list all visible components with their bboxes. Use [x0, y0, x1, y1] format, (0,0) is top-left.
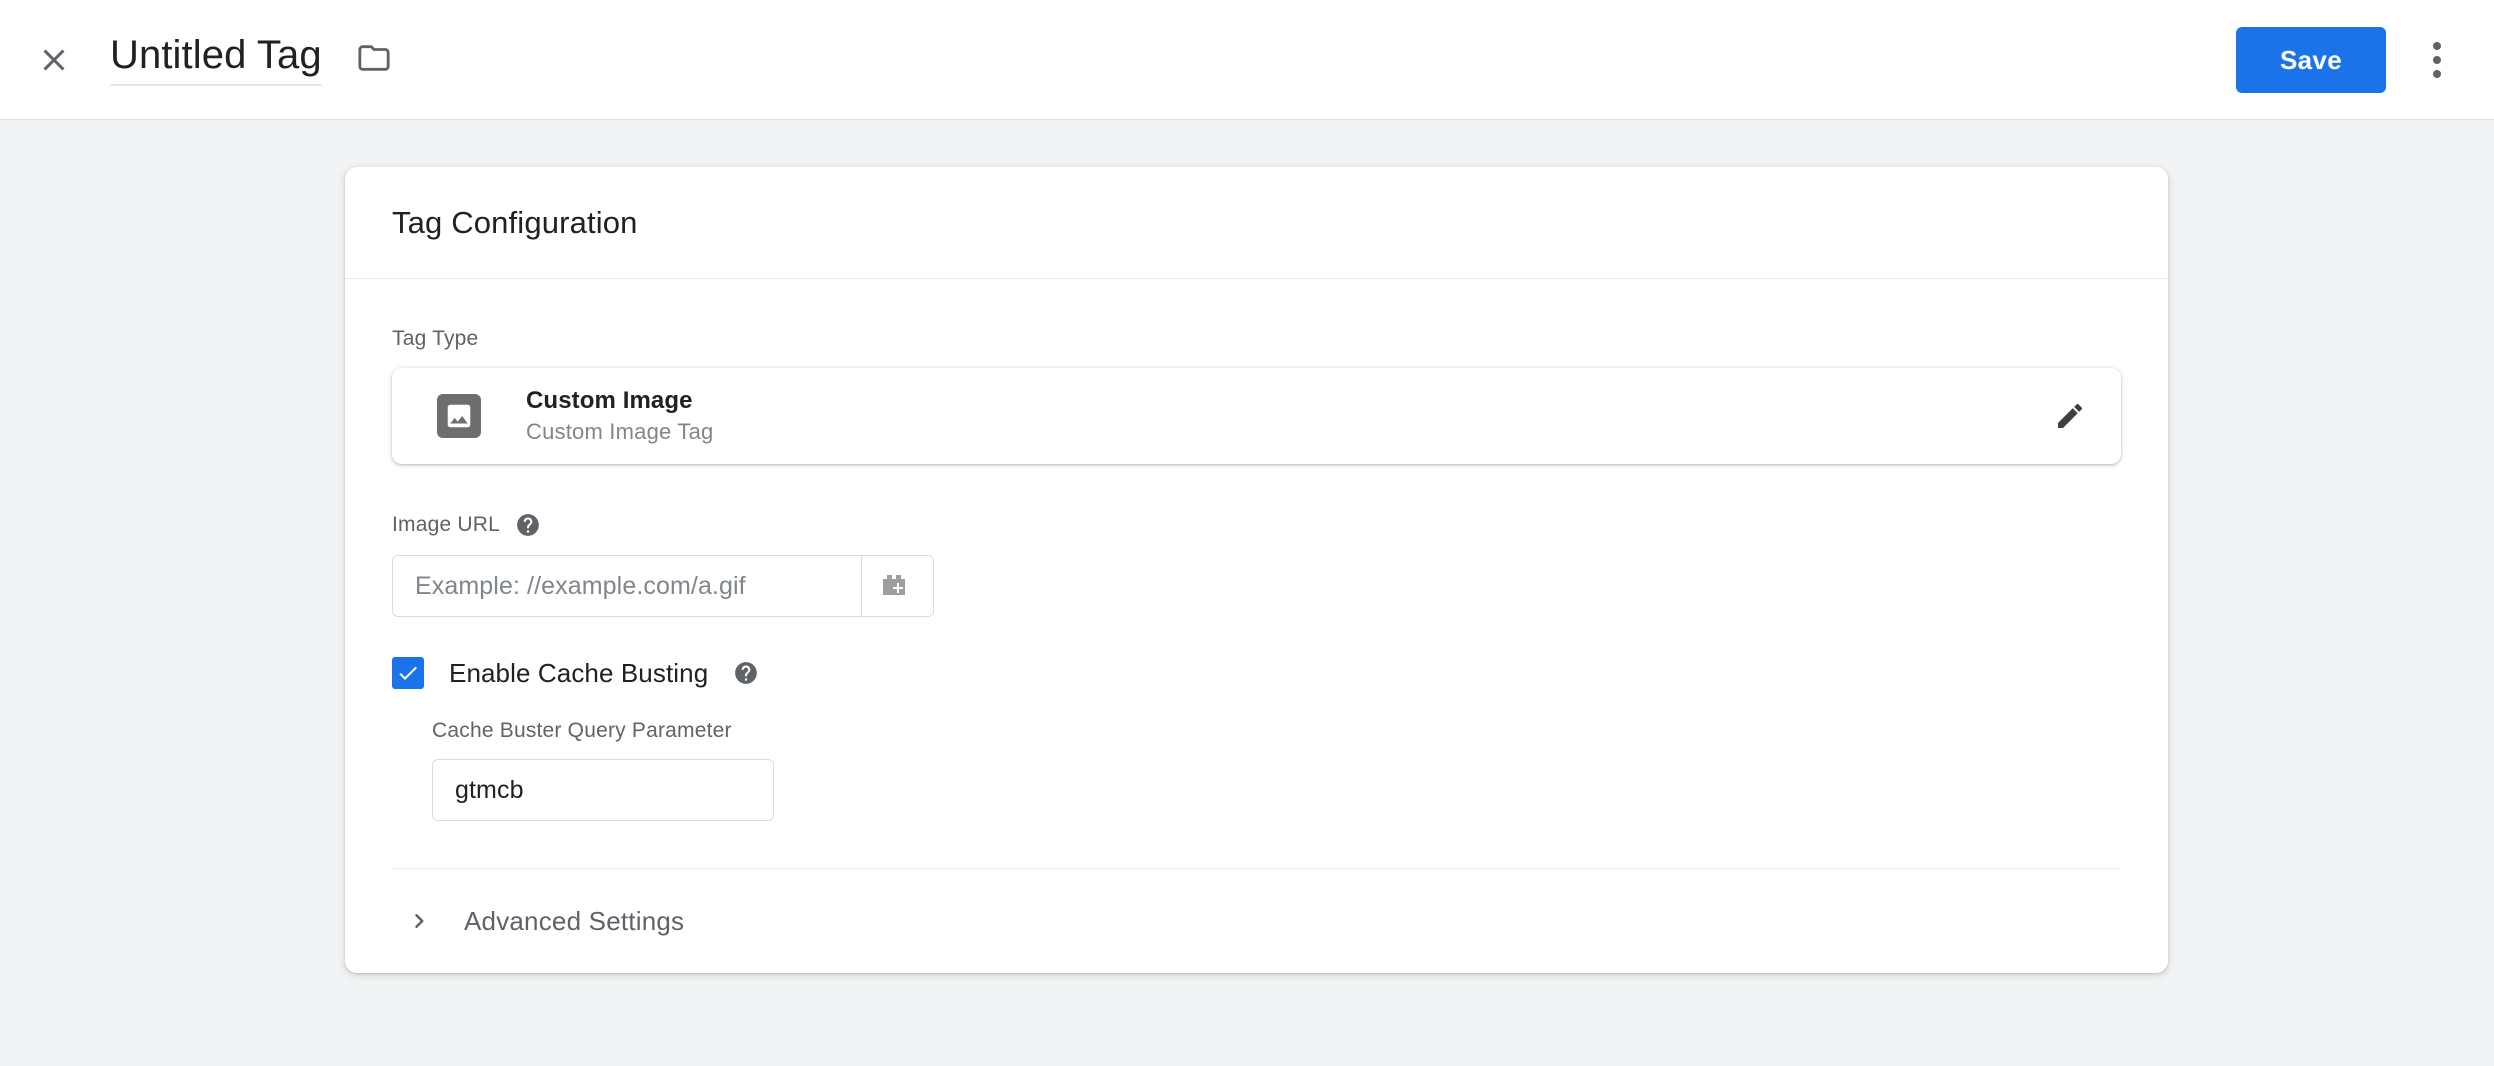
cache-buster-block: Cache Buster Query Parameter	[432, 719, 2121, 821]
tag-configuration-card: Tag Configuration Tag Type Custom Image …	[345, 167, 2168, 973]
top-header-bar: Untitled Tag Save	[0, 0, 2494, 120]
image-url-input[interactable]	[393, 556, 861, 616]
chevron-right-icon	[404, 906, 434, 936]
image-url-label-row: Image URL	[392, 464, 2121, 555]
help-circle-icon[interactable]	[515, 512, 541, 538]
enable-cache-busting-label: Enable Cache Busting	[449, 657, 709, 688]
cache-buster-param-field[interactable]	[432, 759, 774, 821]
enable-cache-busting-checkbox[interactable]	[392, 657, 424, 689]
more-vert-icon-dot	[2433, 42, 2441, 50]
header-actions: Save	[2236, 0, 2494, 120]
close-icon	[43, 49, 65, 70]
tag-type-name: Custom Image	[526, 387, 693, 414]
more-vert-icon-dot	[2433, 70, 2441, 78]
card-title: Tag Configuration	[392, 204, 638, 240]
tag-type-selector[interactable]: Custom Image Custom Image Tag	[392, 368, 2121, 464]
tag-type-info: Custom Image Custom Image Tag	[526, 387, 713, 445]
checkmark-icon	[399, 666, 417, 680]
image-icon	[437, 394, 481, 438]
advanced-settings-label: Advanced Settings	[464, 905, 685, 936]
save-button[interactable]: Save	[2236, 27, 2386, 93]
help-circle-icon[interactable]	[733, 660, 759, 686]
pencil-icon	[2058, 403, 2083, 428]
card-header: Tag Configuration	[345, 167, 2168, 279]
tag-type-description: Custom Image Tag	[526, 419, 714, 444]
folder-button[interactable]	[352, 36, 396, 80]
close-button[interactable]	[24, 30, 84, 90]
cache-buster-param-input[interactable]	[433, 760, 773, 820]
insert-variable-icon	[882, 575, 905, 595]
page-body: Tag Configuration Tag Type Custom Image …	[0, 120, 2494, 1066]
advanced-settings-toggle[interactable]: Advanced Settings	[392, 869, 2121, 973]
image-url-insert-variable-button[interactable]	[861, 556, 933, 616]
image-url-field[interactable]	[392, 555, 934, 617]
tag-title-area: Untitled Tag	[110, 33, 396, 86]
card-body: Tag Type Custom Image Custom Image Tag I…	[345, 279, 2168, 973]
image-url-label: Image URL	[392, 513, 501, 536]
folder-icon	[358, 44, 390, 71]
enable-cache-busting-row[interactable]: Enable Cache Busting	[392, 657, 2121, 689]
more-options-button[interactable]	[2400, 23, 2474, 97]
more-vert-icon-dot	[2433, 56, 2441, 64]
tag-type-label: Tag Type	[392, 327, 479, 350]
edit-tag-type-button[interactable]	[2045, 391, 2095, 441]
cache-buster-param-label: Cache Buster Query Parameter	[432, 719, 732, 742]
tag-name-input[interactable]: Untitled Tag	[110, 33, 322, 86]
